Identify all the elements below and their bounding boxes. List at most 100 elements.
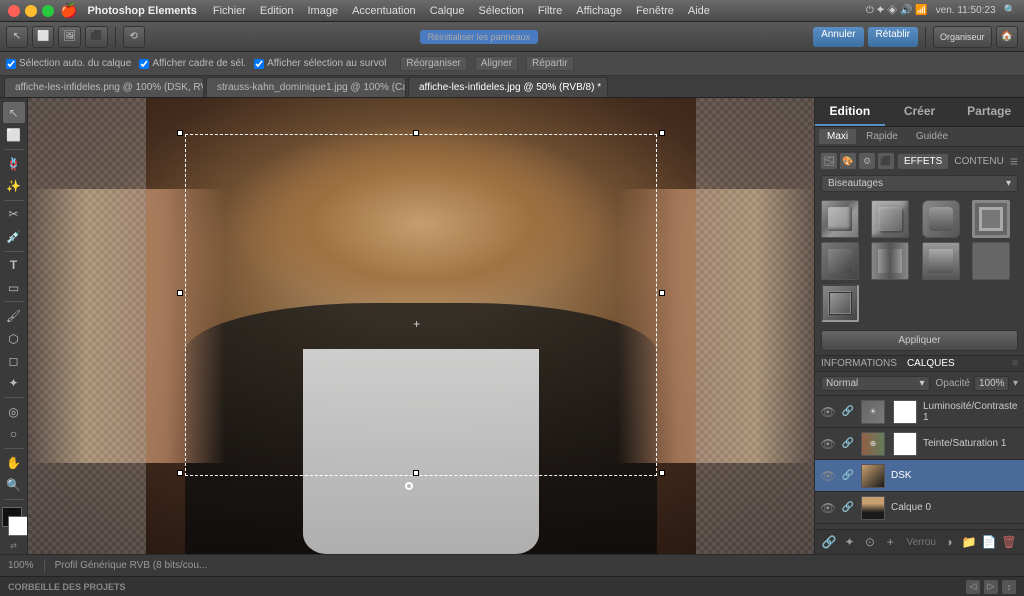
layer-item-4[interactable]: 👁 🔗 Calque 0	[815, 492, 1024, 524]
effect-thumb-3[interactable]	[922, 200, 960, 238]
reset-panels-btn[interactable]: Réinitialiser les panneaux	[420, 30, 539, 44]
panel-tab-edition[interactable]: Edition	[815, 98, 885, 126]
effects-dropdown[interactable]: Biseautages ▾	[821, 175, 1018, 192]
tool-move[interactable]: ↖	[3, 102, 25, 123]
fx-icon-4[interactable]: ⬛	[878, 153, 894, 169]
menu-fichier[interactable]: Fichier	[213, 5, 246, 17]
doc-tab-2[interactable]: strauss-kahn_dominique1.jpg @ 100% (Calq…	[206, 77, 406, 97]
layer-folder-btn[interactable]: 📁	[960, 533, 978, 551]
doc-tab-1[interactable]: affiche-les-infideles.png @ 100% (DSK, R…	[4, 77, 204, 97]
effect-thumb-5[interactable]	[821, 242, 859, 280]
fx-icon-3[interactable]: ⚙	[859, 153, 875, 169]
layer-new-btn[interactable]: +	[882, 533, 898, 551]
menu-image[interactable]: Image	[308, 5, 339, 17]
menu-fenetre[interactable]: Fenêtre	[636, 5, 674, 17]
panel-collapse-btn[interactable]: ≡	[1010, 153, 1018, 169]
menu-filtre[interactable]: Filtre	[538, 5, 562, 17]
doc-tab-3-close[interactable]: ✕	[606, 82, 608, 93]
layer-link-4[interactable]: 🔗	[841, 501, 855, 515]
layer-mask-btn[interactable]: ⊙	[862, 533, 878, 551]
show-hover-check[interactable]	[254, 59, 264, 69]
effect-thumb-6[interactable]	[871, 242, 909, 280]
toolbar-btn2[interactable]: ⬜	[32, 26, 54, 48]
tool-quick-select[interactable]: ✨	[3, 175, 25, 196]
home-btn[interactable]: 🏠	[996, 26, 1018, 48]
menu-affichage[interactable]: Affichage	[576, 5, 622, 17]
document-canvas[interactable]: +	[28, 98, 814, 554]
opt-show-frame[interactable]: Afficher cadre de sél.	[139, 58, 246, 69]
handle-bl[interactable]	[177, 470, 183, 476]
doc-tab-3[interactable]: affiche-les-infideles.jpg @ 50% (RVB/8) …	[408, 77, 608, 97]
tool-crop[interactable]: ✂	[3, 204, 25, 225]
annuler-btn[interactable]: Annuler	[813, 27, 863, 47]
calques-tab[interactable]: CALQUES	[907, 358, 955, 369]
effects-tab-contenu[interactable]: CONTENU	[948, 154, 1009, 169]
switch-colors-btn[interactable]: ⇄	[10, 541, 17, 550]
panel-subtab-maxi[interactable]: Maxi	[819, 129, 856, 144]
tool-marquee[interactable]: ⬜	[3, 124, 25, 145]
layer-vis-3[interactable]: 👁	[821, 469, 835, 483]
layers-panel-btn[interactable]: ≡	[1012, 358, 1018, 369]
layer-style-btn[interactable]: ✦	[841, 533, 857, 551]
handle-br[interactable]	[659, 470, 665, 476]
layer-vis-1[interactable]: 👁	[821, 405, 835, 419]
blend-mode-select[interactable]: Normal ▾	[821, 376, 930, 391]
tool-shape[interactable]: ▭	[3, 277, 25, 298]
close-button[interactable]	[8, 5, 20, 17]
handle-tc[interactable]	[413, 130, 419, 136]
fx-icon-2[interactable]: 🎨	[840, 153, 856, 169]
tool-type[interactable]: T	[3, 255, 25, 276]
layer-add-adj-btn[interactable]: ◑	[940, 533, 958, 551]
reorganiser-btn[interactable]: Réorganiser	[400, 58, 466, 69]
handle-mr[interactable]	[659, 290, 665, 296]
toolbar-btn5[interactable]: ⟲	[123, 26, 145, 48]
layer-item-3[interactable]: 👁 🔗 DSK	[815, 460, 1024, 492]
tool-blur[interactable]: ◎	[3, 401, 25, 422]
apply-btn[interactable]: Appliquer	[821, 330, 1018, 351]
menu-accentuation[interactable]: Accentuation	[352, 5, 416, 17]
tray-btn-3[interactable]: ↕	[1002, 580, 1016, 594]
panel-tab-creer[interactable]: Créer	[885, 98, 955, 126]
opacity-value[interactable]: 100%	[974, 376, 1009, 391]
effect-thumb-4[interactable]	[972, 200, 1010, 238]
tool-paint[interactable]: 🖌	[3, 305, 25, 326]
background-color[interactable]	[8, 516, 28, 536]
effect-thumb-2[interactable]	[871, 200, 909, 238]
layer-link-btn[interactable]: 🔗	[821, 533, 837, 551]
show-frame-check[interactable]	[139, 59, 149, 69]
tray-btn-1[interactable]: ◁	[966, 580, 980, 594]
tool-heal[interactable]: ✦	[3, 373, 25, 394]
menu-selection[interactable]: Sélection	[479, 5, 524, 17]
menu-edition[interactable]: Edition	[260, 5, 294, 17]
toolbar-move-btn[interactable]: ↖	[6, 26, 28, 48]
tool-zoom[interactable]: 🔍	[3, 474, 25, 495]
minimize-button[interactable]	[25, 5, 37, 17]
toolbar-btn3[interactable]: 🖼	[58, 26, 81, 48]
effect-thumb-7[interactable]	[922, 242, 960, 280]
effect-thumb-8[interactable]	[972, 242, 1010, 280]
opacity-arrow[interactable]: ▾	[1013, 378, 1018, 389]
handle-tl[interactable]	[177, 130, 183, 136]
opt-show-hover[interactable]: Afficher sélection au survol	[254, 58, 386, 69]
layer-item-1[interactable]: 👁 🔗 ☀ Luminosité/Contraste 1	[815, 396, 1024, 428]
search-icon[interactable]: 🔍	[1004, 5, 1016, 16]
layer-link-2[interactable]: 🔗	[841, 437, 855, 451]
canvas-area[interactable]: +	[28, 98, 814, 554]
menu-bar[interactable]: Fichier Edition Image Accentuation Calqu…	[213, 5, 710, 17]
effect-thumb-9[interactable]	[821, 284, 859, 322]
tool-stamp[interactable]: ⬡	[3, 328, 25, 349]
panel-subtab-rapide[interactable]: Rapide	[858, 129, 906, 144]
layer-vis-4[interactable]: 👁	[821, 501, 835, 515]
auto-select-check[interactable]	[6, 59, 16, 69]
layer-link-3[interactable]: 🔗	[841, 469, 855, 483]
tool-eraser[interactable]: ◻	[3, 350, 25, 371]
layer-new-layer-btn[interactable]: 📄	[980, 533, 998, 551]
layer-vis-2[interactable]: 👁	[821, 437, 835, 451]
retablir-btn[interactable]: Rétablir	[868, 27, 918, 47]
layer-delete-btn[interactable]: 🗑	[1000, 533, 1018, 551]
tool-dodge[interactable]: ○	[3, 424, 25, 445]
tool-hand[interactable]: ✋	[3, 452, 25, 473]
toolbar-btn4[interactable]: ⬛	[85, 26, 107, 48]
tray-btn-2[interactable]: ▷	[984, 580, 998, 594]
menu-aide[interactable]: Aide	[688, 5, 710, 17]
